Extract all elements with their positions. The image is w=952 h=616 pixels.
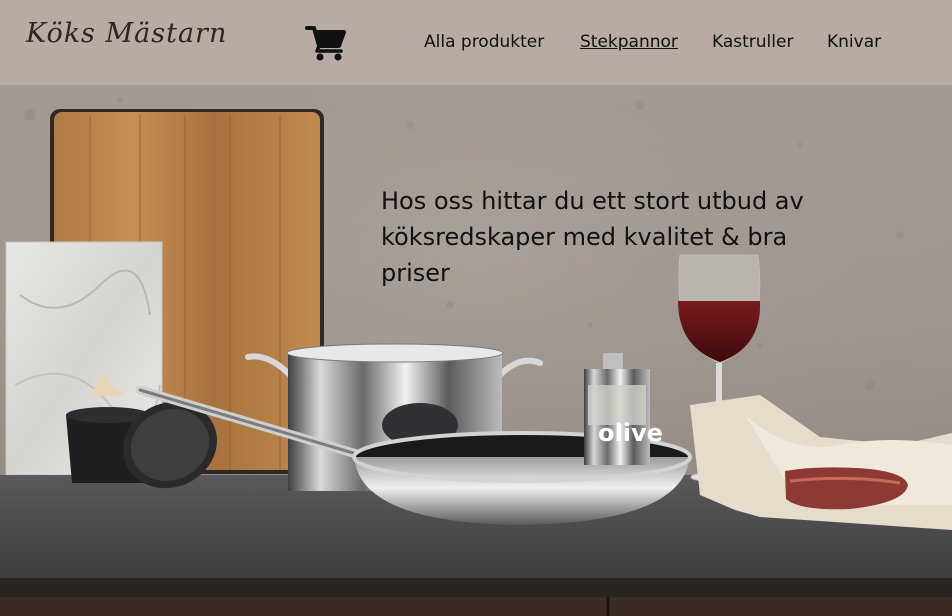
site-header: Köks Mästarn Alla produkter Stekpannor K… [0,0,952,85]
nav-link-kastruller[interactable]: Kastruller [712,32,793,52]
nav-link-knivar[interactable]: Knivar [827,32,881,52]
main-nav: Alla produkter Stekpannor Kastruller Kni… [0,32,952,56]
nav-link-stekpannor[interactable]: Stekpannor [580,32,678,52]
page: Köks Mästarn Alla produkter Stekpannor K… [0,0,952,616]
hero-image: olive [0,85,952,616]
oil-can-label: olive [598,419,663,447]
nav-link-alla-produkter[interactable]: Alla produkter [424,32,544,52]
hero-headline: Hos oss hittar du ett stort utbud av kök… [381,187,804,287]
hero-banner: olive Hos oss hittar du ett stort utbud … [0,85,952,616]
